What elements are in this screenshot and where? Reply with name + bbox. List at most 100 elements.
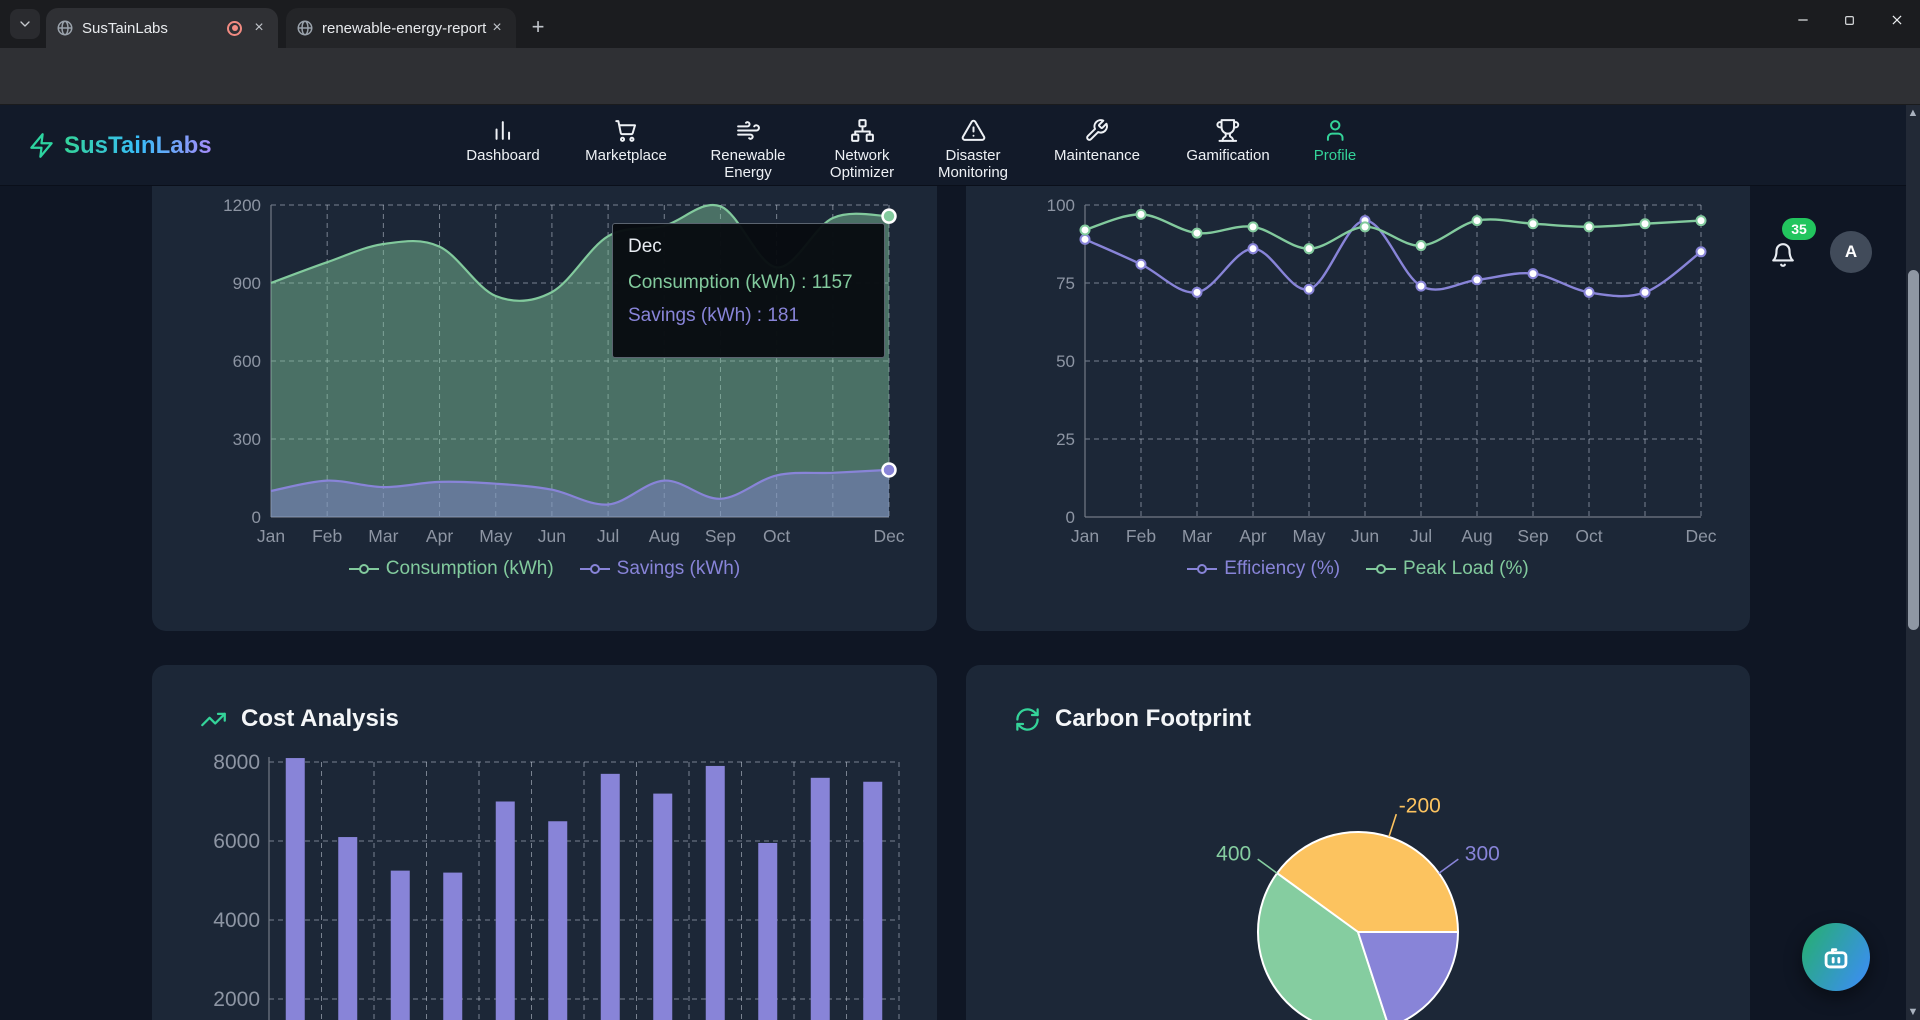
svg-text:600: 600	[233, 352, 261, 371]
user-icon	[1323, 118, 1348, 143]
chevron-down-icon	[17, 16, 33, 32]
tab-sustainlabs[interactable]: SusTainLabs ×	[46, 8, 278, 48]
nav-item-label: Maintenance	[1054, 147, 1140, 164]
svg-text:25: 25	[1056, 430, 1075, 449]
nav-item-label: Renewable Energy	[710, 147, 786, 181]
nav-item-label: Marketplace	[585, 147, 667, 164]
svg-text:900: 900	[233, 274, 261, 293]
legend-line-icon	[1366, 564, 1397, 574]
svg-text:Feb: Feb	[1126, 526, 1156, 546]
bot-icon	[1819, 940, 1853, 974]
nav-item-dashboard[interactable]: Dashboard	[466, 118, 540, 164]
legend-item[interactable]: Efficiency (%)	[1187, 558, 1340, 580]
tab-recording-indicator-icon	[227, 20, 242, 36]
nav-item-label: Disaster Monitoring	[937, 147, 1009, 181]
user-avatar[interactable]: A	[1830, 231, 1872, 273]
tab-report[interactable]: renewable-energy-report (16).p ×	[286, 8, 516, 48]
network-icon	[850, 118, 875, 143]
card-title: Cost Analysis	[241, 705, 399, 732]
window-controls	[1779, 0, 1920, 40]
nav-item-gamification[interactable]: Gamification	[1186, 118, 1270, 164]
tab-title: renewable-energy-report (16).p	[322, 19, 488, 37]
scrollbar-track[interactable]: ▲ ▼	[1906, 105, 1920, 1020]
brand-name: SusTainLabs	[64, 131, 212, 159]
svg-text:Jan: Jan	[1071, 526, 1099, 546]
legend-item[interactable]: Savings (kWh)	[579, 558, 740, 580]
nav-item-maintenance[interactable]: Maintenance	[1054, 118, 1140, 164]
svg-text:Dec: Dec	[1685, 526, 1716, 546]
notification-count-badge[interactable]: 35	[1782, 218, 1816, 240]
chart-tooltip: Dec Consumption (kWh) : 1157 Savings (kWh…	[612, 223, 885, 358]
app-nav-bar: SusTainLabs Dashboard Marketplace Renewabl…	[0, 105, 1920, 284]
svg-text:50: 50	[1056, 352, 1075, 371]
close-window-button[interactable]	[1873, 0, 1920, 40]
svg-text:Apr: Apr	[1239, 526, 1266, 546]
nav-item-network-optimizer[interactable]: Network Optimizer	[812, 118, 912, 181]
nav-item-label: Gamification	[1186, 147, 1270, 164]
svg-text:8000: 8000	[213, 751, 260, 774]
card-header: Carbon Footprint	[1014, 705, 1251, 733]
tab-close-icon[interactable]: ×	[250, 19, 268, 37]
svg-text:100: 100	[1047, 196, 1075, 215]
brand[interactable]: SusTainLabs	[28, 105, 212, 186]
svg-text:Mar: Mar	[368, 526, 398, 546]
nav-item-label: Network Optimizer	[829, 147, 895, 181]
svg-text:Aug: Aug	[649, 526, 680, 546]
tooltip-line: Consumption (kWh) : 1157	[628, 272, 853, 293]
svg-text:Jul: Jul	[597, 526, 619, 546]
new-tab-button[interactable]: +	[524, 14, 552, 42]
browser-tab-strip: SusTainLabs × renewable-energy-report (1…	[0, 0, 1920, 48]
maximize-button[interactable]	[1826, 0, 1873, 40]
svg-text:Feb: Feb	[312, 526, 342, 546]
svg-text:-200: -200	[1399, 794, 1441, 817]
chart-legend: Efficiency (%) Peak Load (%)	[966, 558, 1750, 580]
refresh-icon	[1014, 706, 1041, 733]
tab-search-button[interactable]	[10, 9, 40, 39]
svg-text:6000: 6000	[213, 830, 260, 853]
scrollbar-thumb[interactable]	[1907, 270, 1919, 630]
card-header: Cost Analysis	[200, 705, 399, 733]
svg-text:400: 400	[1216, 842, 1251, 865]
card-title: Carbon Footprint	[1055, 705, 1251, 732]
zap-logo-icon	[28, 132, 55, 159]
trophy-icon	[1216, 118, 1241, 143]
svg-text:75: 75	[1056, 274, 1075, 293]
svg-text:Mar: Mar	[1182, 526, 1212, 546]
assistant-fab[interactable]	[1802, 923, 1870, 991]
svg-text:Sep: Sep	[705, 526, 736, 546]
nav-item-disaster-monitoring[interactable]: Disaster Monitoring	[923, 118, 1023, 181]
nav-item-renewable-energy[interactable]: Renewable Energy	[698, 118, 798, 181]
svg-text:Jun: Jun	[538, 526, 566, 546]
svg-text:1200: 1200	[223, 196, 261, 215]
nav-item-marketplace[interactable]: Marketplace	[585, 118, 667, 164]
svg-text:Oct: Oct	[763, 526, 790, 546]
svg-text:Jun: Jun	[1351, 526, 1379, 546]
wind-icon	[736, 118, 761, 143]
cart-icon	[613, 118, 638, 143]
svg-text:0: 0	[252, 508, 261, 527]
tab-close-icon[interactable]: ×	[488, 19, 506, 37]
scrollbar-up-icon[interactable]: ▲	[1906, 105, 1920, 121]
svg-text:300: 300	[233, 430, 261, 449]
cost-analysis-card: Cost Analysis 2000 4000 6000 8000	[152, 665, 937, 1020]
chart-legend: Consumption (kWh) Savings (kWh)	[152, 558, 937, 580]
nav-item-label: Dashboard	[466, 147, 540, 164]
nav-item-profile[interactable]: Profile	[1314, 118, 1356, 164]
tab-title: SusTainLabs	[82, 19, 168, 37]
notifications-bell-icon[interactable]	[1770, 242, 1796, 268]
legend-item[interactable]: Peak Load (%)	[1366, 558, 1529, 580]
svg-text:Sep: Sep	[1517, 526, 1548, 546]
performance-card: 0 25 50 75 100 Jan Feb Mar Apr May Jun Jul Aug Sep Oct…	[966, 186, 1750, 631]
screen: SusTainLabs × renewable-energy-report (1…	[0, 0, 1920, 1020]
energy-usage-card: 0 300 600 900 1200 Jan Feb Mar Apr May Jun Jul Aug Se…	[152, 186, 937, 631]
legend-item[interactable]: Consumption (kWh)	[348, 558, 554, 580]
svg-text:Apr: Apr	[426, 526, 453, 546]
svg-text:Jul: Jul	[1410, 526, 1432, 546]
scrollbar-down-icon[interactable]: ▼	[1906, 1004, 1920, 1020]
minimize-button[interactable]	[1779, 0, 1826, 40]
legend-line-icon	[348, 564, 379, 574]
trending-up-icon	[200, 706, 227, 733]
bar-chart-icon	[490, 118, 515, 143]
wrench-icon	[1085, 118, 1110, 143]
svg-text:0: 0	[1066, 508, 1075, 527]
